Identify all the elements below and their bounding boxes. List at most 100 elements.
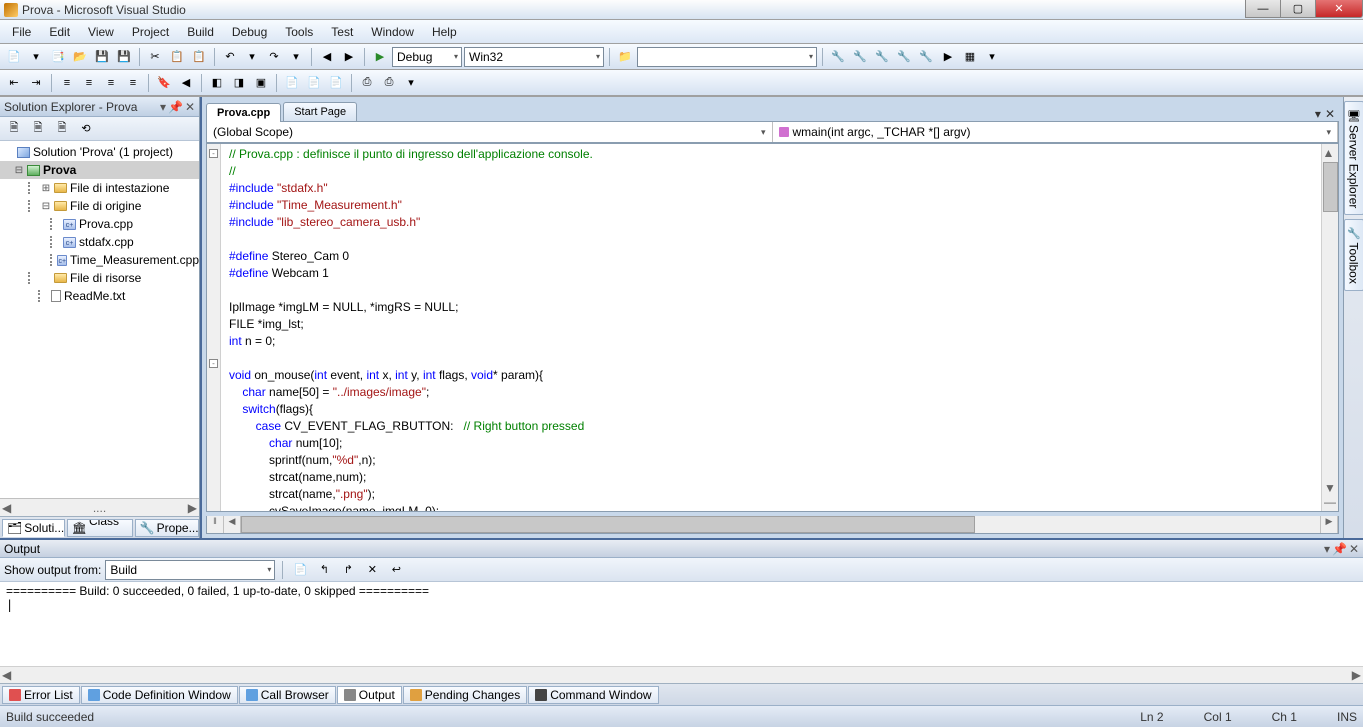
outdent-button[interactable]: ⇤ (4, 73, 24, 93)
config-combo[interactable]: Debug (392, 47, 462, 67)
platform-combo[interactable]: Win32 (464, 47, 604, 67)
new-project-button[interactable]: 📄 (4, 47, 24, 67)
se-properties-button[interactable]: 🗎 (4, 119, 24, 139)
tab-command-window[interactable]: Command Window (528, 686, 658, 704)
se-refresh-button[interactable]: 🗎 (52, 119, 72, 139)
output-clear-button[interactable]: ✕ (362, 560, 382, 580)
save-all-button[interactable]: 💾 (114, 47, 134, 67)
code-editor[interactable]: - - // Prova.cpp : definisce il punto di… (206, 143, 1339, 512)
tool-e[interactable]: 📄 (304, 73, 324, 93)
solution-tree[interactable]: Solution 'Prova' (1 project) ⊟Prova ⊞Fil… (0, 141, 199, 498)
cut-button[interactable]: ✂ (145, 47, 165, 67)
bookmark-button[interactable]: 🔖 (154, 73, 174, 93)
folder-headers[interactable]: File di intestazione (70, 181, 169, 195)
tree-scrollbar[interactable]: ◀....▶ (0, 498, 199, 516)
output-close-icon[interactable]: ✕ (1349, 542, 1359, 556)
find-combo[interactable] (637, 47, 817, 67)
menu-file[interactable]: File (4, 22, 39, 42)
file-stdafx[interactable]: stdafx.cpp (79, 235, 134, 249)
output-next-button[interactable]: ↱ (338, 560, 358, 580)
tb-ext3[interactable]: 🔧 (872, 47, 892, 67)
tool-a[interactable]: ◧ (207, 73, 227, 93)
tab-prova-cpp[interactable]: Prova.cpp (206, 103, 281, 122)
menu-edit[interactable]: Edit (41, 22, 78, 42)
fold-icon[interactable]: - (209, 359, 218, 368)
tab-close-icon[interactable]: ✕ (1325, 107, 1335, 121)
tb-ext4[interactable]: 🔧 (894, 47, 914, 67)
tb2-overflow[interactable]: ▾ (401, 73, 421, 93)
tab-error-list[interactable]: Error List (2, 686, 80, 704)
collapse-icon[interactable]: ⊟ (41, 201, 51, 212)
menu-help[interactable]: Help (424, 22, 465, 42)
tb-overflow[interactable]: ▾ (982, 47, 1002, 67)
tab-output[interactable]: Output (337, 686, 402, 704)
tab-solution-explorer[interactable]: 🗂Soluti... (2, 519, 65, 537)
se-showall-button[interactable]: 🗎 (28, 119, 48, 139)
output-wrap-button[interactable]: ↩ (386, 560, 406, 580)
menu-build[interactable]: Build (179, 22, 222, 42)
uncomment-button[interactable]: ≡ (79, 73, 99, 93)
bookmark-prev[interactable]: ◀ (176, 73, 196, 93)
undo-dropdown[interactable]: ▾ (242, 47, 262, 67)
menu-debug[interactable]: Debug (224, 22, 275, 42)
output-prev-button[interactable]: ↰ (314, 560, 334, 580)
find-in-files-button[interactable]: 📁 (615, 47, 635, 67)
tab-list-dropdown[interactable]: ▾ (1315, 107, 1321, 121)
panel-pin-icon[interactable]: 📌 (168, 100, 183, 114)
close-button[interactable]: ✕ (1315, 0, 1363, 18)
new-dropdown[interactable]: ▾ (26, 47, 46, 67)
tab-call-browser[interactable]: Call Browser (239, 686, 336, 704)
tab-start-page[interactable]: Start Page (283, 102, 357, 121)
panel-close-icon[interactable]: ✕ (185, 100, 195, 114)
server-explorer-tab[interactable]: 🖥 Server Explorer (1344, 101, 1363, 215)
save-button[interactable]: 💾 (92, 47, 112, 67)
tool-b[interactable]: ◨ (229, 73, 249, 93)
comment-button[interactable]: ≡ (57, 73, 77, 93)
toolbox-tab[interactable]: 🔧 Toolbox (1344, 219, 1363, 291)
solution-node[interactable]: Solution 'Prova' (1 project) (33, 145, 173, 159)
code-gutter[interactable]: - - (207, 144, 221, 511)
open-button[interactable]: 📂 (70, 47, 90, 67)
tb-ext6[interactable]: ▶ (938, 47, 958, 67)
tool-f[interactable]: 📄 (326, 73, 346, 93)
tab-code-definition[interactable]: Code Definition Window (81, 686, 238, 704)
output-dropdown-icon[interactable]: ▾ (1324, 542, 1330, 556)
editor-vscrollbar[interactable]: ▲ ▼— (1321, 144, 1338, 511)
minimize-button[interactable]: — (1245, 0, 1281, 18)
member-combo[interactable]: wmain(int argc, _TCHAR *[] argv) (773, 122, 1339, 142)
nav-fwd-button[interactable]: ▶ (339, 47, 359, 67)
indent-button[interactable]: ⇥ (26, 73, 46, 93)
project-node[interactable]: Prova (43, 163, 76, 177)
align-button[interactable]: ≡ (101, 73, 121, 93)
tb-ext1[interactable]: 🔧 (828, 47, 848, 67)
menu-window[interactable]: Window (363, 22, 422, 42)
tb-ext7[interactable]: ▦ (960, 47, 980, 67)
tool-g[interactable]: ⎙ (357, 73, 377, 93)
menu-project[interactable]: Project (124, 22, 177, 42)
tb-ext5[interactable]: 🔧 (916, 47, 936, 67)
file-readme[interactable]: ReadMe.txt (64, 289, 125, 303)
copy-button[interactable]: 📋 (167, 47, 187, 67)
output-pin-icon[interactable]: 📌 (1332, 542, 1347, 556)
tab-class-view[interactable]: 🏛Class ... (67, 519, 133, 537)
output-hscrollbar[interactable]: ◀▶ (0, 666, 1363, 683)
add-item-button[interactable]: 📑 (48, 47, 68, 67)
output-goto-button[interactable]: 📄 (290, 560, 310, 580)
tab-pending-changes[interactable]: Pending Changes (403, 686, 527, 704)
redo-button[interactable]: ↷ (264, 47, 284, 67)
align2-button[interactable]: ≡ (123, 73, 143, 93)
output-from-combo[interactable]: Build (105, 560, 275, 580)
paste-button[interactable]: 📋 (189, 47, 209, 67)
nav-back-button[interactable]: ◀ (317, 47, 337, 67)
folder-sources[interactable]: File di origine (70, 199, 141, 213)
fold-icon[interactable]: - (209, 149, 218, 158)
redo-dropdown[interactable]: ▾ (286, 47, 306, 67)
code-content[interactable]: // Prova.cpp : definisce il punto di ing… (221, 144, 1321, 511)
tool-h[interactable]: ⎙ (379, 73, 399, 93)
file-timemeas[interactable]: Time_Measurement.cpp (70, 253, 199, 267)
scope-combo[interactable]: (Global Scope) (207, 122, 773, 142)
output-content[interactable]: ========== Build: 0 succeeded, 0 failed,… (0, 582, 1363, 666)
undo-button[interactable]: ↶ (220, 47, 240, 67)
tool-c[interactable]: ▣ (251, 73, 271, 93)
maximize-button[interactable]: ▢ (1280, 0, 1316, 18)
